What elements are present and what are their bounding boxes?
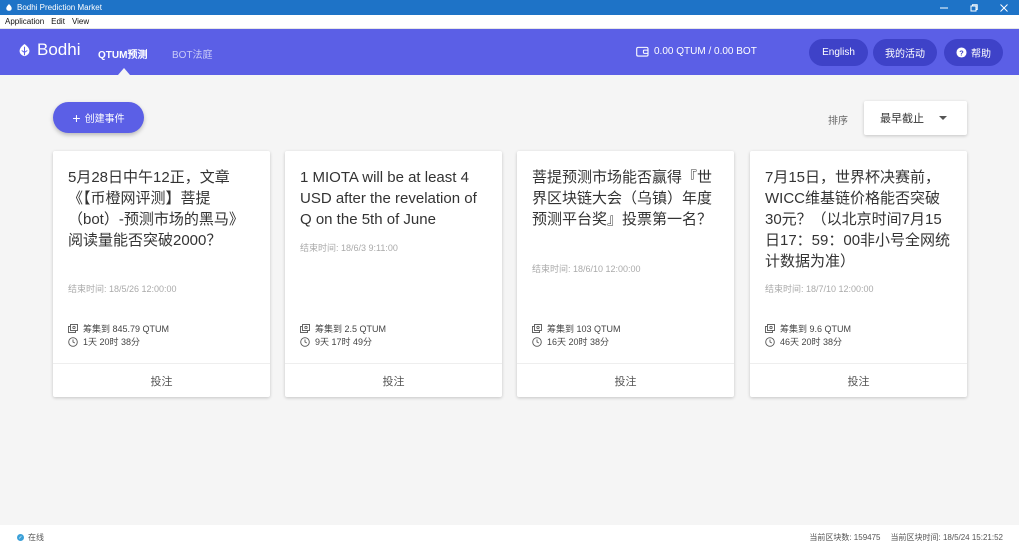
bodhi-app-icon	[3, 3, 15, 13]
window-titlebar: Bodhi Prediction Market	[0, 0, 1019, 15]
event-raised: 筹集到 103 QTUM	[532, 322, 621, 335]
help-icon: ?	[956, 47, 967, 58]
create-event-label: 创建事件	[84, 114, 125, 125]
event-time-left: 16天 20时 38分	[532, 335, 609, 348]
money-icon	[765, 324, 775, 333]
my-activities-button[interactable]: 我的活动	[873, 39, 937, 66]
balance-text: 0.00 QTUM / 0.00 BOT	[654, 46, 757, 57]
event-title: 7月15日，世界杯决赛前，WICC维基链价格能否突破30元？（以北京时间7月15…	[765, 169, 951, 270]
event-raised-text: 筹集到 103 QTUM	[547, 324, 621, 334]
sort-label: 排序	[828, 116, 848, 127]
event-title: 5月28日中午12正，文章《【币橙网评测】菩提（bot）-预测市场的黑马》阅读量…	[68, 169, 244, 249]
bet-button[interactable]: 投注	[750, 364, 967, 397]
sort-select[interactable]: 最早截止	[864, 101, 967, 135]
maximize-button[interactable]	[959, 0, 989, 15]
event-raised: 筹集到 9.6 QTUM	[765, 322, 851, 335]
tab-bot-court[interactable]: BOT法庭	[172, 46, 213, 61]
help-button[interactable]: ? 帮助	[944, 39, 1003, 66]
minimize-button[interactable]	[929, 0, 959, 15]
menu-application[interactable]: Application	[5, 17, 44, 26]
window-controls	[929, 0, 1019, 15]
event-card[interactable]: 5月28日中午12正，文章《【币橙网评测】菩提（bot）-预测市场的黑马》阅读量…	[53, 151, 270, 397]
event-raised-text: 筹集到 9.6 QTUM	[780, 324, 852, 334]
event-time-left-text: 1天 20时 38分	[83, 337, 141, 347]
clock-icon	[765, 336, 775, 347]
event-time-left: 9天 17时 49分	[300, 335, 372, 348]
active-tab-indicator	[118, 68, 130, 75]
event-raised-text: 筹集到 845.79 QTUM	[83, 324, 170, 334]
event-time-left-text: 9天 17时 49分	[315, 337, 373, 347]
event-end-time: 结束时间: 18/7/10 12:00:00	[765, 284, 874, 294]
check-circle-icon: ✓	[17, 534, 24, 541]
brand-name: Bodhi	[37, 40, 81, 59]
event-end-time: 结束时间: 18/5/26 12:00:00	[68, 284, 177, 294]
top-navbar: Bodhi QTUM预测 BOT法庭 0.00 QTUM / 0.00 BOT …	[0, 29, 1019, 75]
event-time-left: 46天 20时 38分	[765, 335, 842, 348]
create-event-button[interactable]: + 创建事件	[53, 102, 144, 133]
status-bar: ✓ 在线 当前区块数: 159475 当前区块时间: 18/5/24 15:21…	[0, 525, 1019, 547]
block-count: 当前区块数: 159475	[809, 533, 881, 542]
event-card[interactable]: 1 MIOTA will be at least 4 USD after the…	[285, 151, 502, 397]
event-title: 菩提预测市场能否赢得『世界区块链大会（乌镇）年度预测平台奖』投票第一名？	[532, 169, 713, 228]
svg-text:?: ?	[959, 48, 964, 57]
event-time-left: 1天 20时 38分	[68, 335, 140, 348]
money-icon	[68, 324, 78, 333]
menu-edit[interactable]: Edit	[51, 17, 65, 26]
event-time-left-text: 16天 20时 38分	[547, 337, 610, 347]
wallet-icon	[636, 46, 649, 57]
online-status: ✓ 在线	[17, 532, 44, 543]
event-end-time: 结束时间: 18/6/10 12:00:00	[532, 264, 641, 274]
plus-icon: +	[72, 109, 81, 126]
menu-view[interactable]: View	[72, 17, 89, 26]
event-card[interactable]: 7月15日，世界杯决赛前，WICC维基链价格能否突破30元？（以北京时间7月15…	[750, 151, 967, 397]
block-info: 当前区块数: 159475 当前区块时间: 18/5/24 15:21:52	[799, 532, 1003, 543]
tab-qtum-prediction[interactable]: QTUM预测	[98, 46, 147, 61]
menu-bar: Application Edit View	[0, 15, 1019, 29]
wallet-balance[interactable]: 0.00 QTUM / 0.00 BOT	[636, 46, 757, 57]
clock-icon	[68, 336, 78, 347]
event-raised: 筹集到 845.79 QTUM	[68, 322, 169, 335]
event-card[interactable]: 菩提预测市场能否赢得『世界区块链大会（乌镇）年度预测平台奖』投票第一名？ 结束时…	[517, 151, 734, 397]
bodhi-leaf-icon	[19, 43, 30, 56]
caret-down-icon	[939, 116, 947, 120]
bet-button[interactable]: 投注	[285, 364, 502, 397]
event-raised-text: 筹集到 2.5 QTUM	[315, 324, 387, 334]
money-icon	[300, 324, 310, 333]
window-title: Bodhi Prediction Market	[17, 3, 102, 12]
close-button[interactable]	[989, 0, 1019, 15]
clock-icon	[300, 336, 310, 347]
bet-button[interactable]: 投注	[53, 364, 270, 397]
event-title: 1 MIOTA will be at least 4 USD after the…	[300, 169, 477, 228]
event-raised: 筹集到 2.5 QTUM	[300, 322, 386, 335]
brand-logo[interactable]: Bodhi	[17, 40, 80, 60]
help-label: 帮助	[971, 49, 991, 60]
language-button[interactable]: English	[809, 39, 868, 66]
event-end-time: 结束时间: 18/6/3 9:11:00	[300, 243, 398, 253]
block-time: 当前区块时间: 18/5/24 15:21:52	[890, 533, 1004, 542]
clock-icon	[532, 336, 542, 347]
bet-button[interactable]: 投注	[517, 364, 734, 397]
online-status-text: 在线	[28, 533, 44, 542]
sort-value: 最早截止	[880, 113, 924, 125]
event-time-left-text: 46天 20时 38分	[780, 337, 843, 347]
money-icon	[532, 324, 542, 333]
